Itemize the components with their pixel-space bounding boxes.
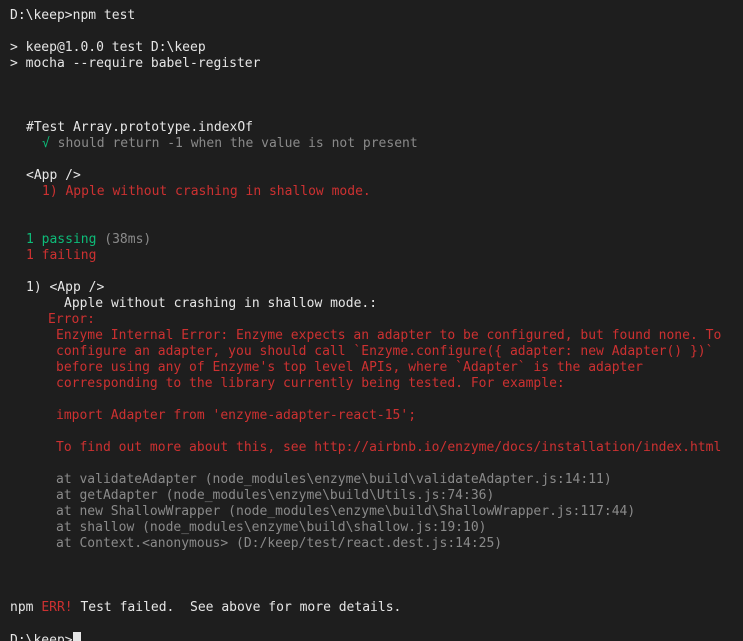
prompt: D:\keep>	[10, 633, 73, 641]
npm-error-line: npm ERR! Test failed. See above for more…	[10, 600, 743, 616]
terminal-window[interactable]: D:\keep>npm test > keep@1.0.0 test D:\ke…	[0, 0, 743, 641]
stack-trace-line: at Context.<anonymous> (D:/keep/test/rea…	[56, 536, 503, 551]
npm-err-message: Test failed. See above for more details.	[72, 600, 402, 615]
suite-title: #Test Array.prototype.indexOf	[10, 120, 743, 136]
command-line: D:\keep>npm test	[10, 8, 743, 24]
npm-script-line: > mocha --require babel-register	[10, 56, 261, 71]
prompt: D:\keep>	[10, 8, 73, 23]
npm-script-line: > keep@1.0.0 test D:\keep	[10, 40, 206, 55]
error-message-line: before using any of Enzyme's top level A…	[56, 360, 643, 375]
passing-duration: (38ms)	[96, 232, 152, 247]
command-line[interactable]: D:\keep>	[10, 632, 743, 641]
error-message-line: corresponding to the library currently b…	[56, 376, 565, 391]
suite-title: <App />	[26, 168, 81, 183]
passing-count: 1 passing	[26, 232, 97, 247]
failing-summary: 1 failing	[26, 248, 97, 263]
stack-trace-line: at validateAdapter (node_modules\enzyme\…	[56, 472, 612, 487]
error-example: import Adapter from 'enzyme-adapter-reac…	[56, 408, 417, 423]
failure-header: 1) <App />	[26, 280, 105, 295]
check-icon: √	[42, 136, 50, 151]
npm-prefix: npm	[10, 600, 42, 615]
suite-title-text: #Test Array.prototype.indexOf	[26, 120, 253, 135]
error-message-line: Enzyme Internal Error: Enzyme expects an…	[56, 328, 722, 343]
error-more-info: To find out more about this, see http://…	[56, 440, 722, 455]
failure-subtitle: Apple without crashing in shallow mode.:	[64, 296, 378, 311]
npm-err-badge: ERR!	[41, 600, 73, 615]
stack-trace-line: at shallow (node_modules\enzyme\build\sh…	[56, 520, 487, 535]
test-fail-line: 1) Apple without crashing in shallow mod…	[42, 184, 371, 199]
cursor-icon	[72, 632, 81, 641]
command-text: npm test	[72, 8, 136, 23]
error-message-line: configure an adapter, you should call `E…	[56, 344, 714, 359]
test-name: should return -1 when the value is not p…	[49, 136, 418, 151]
test-pass-line: √ should return -1 when the value is not…	[10, 136, 743, 152]
stack-trace-line: at new ShallowWrapper (node_modules\enzy…	[56, 504, 636, 519]
passing-summary: 1 passing (38ms)	[10, 232, 743, 248]
stack-trace-line: at getAdapter (node_modules\enzyme\build…	[56, 488, 495, 503]
error-label: Error:	[48, 312, 95, 327]
